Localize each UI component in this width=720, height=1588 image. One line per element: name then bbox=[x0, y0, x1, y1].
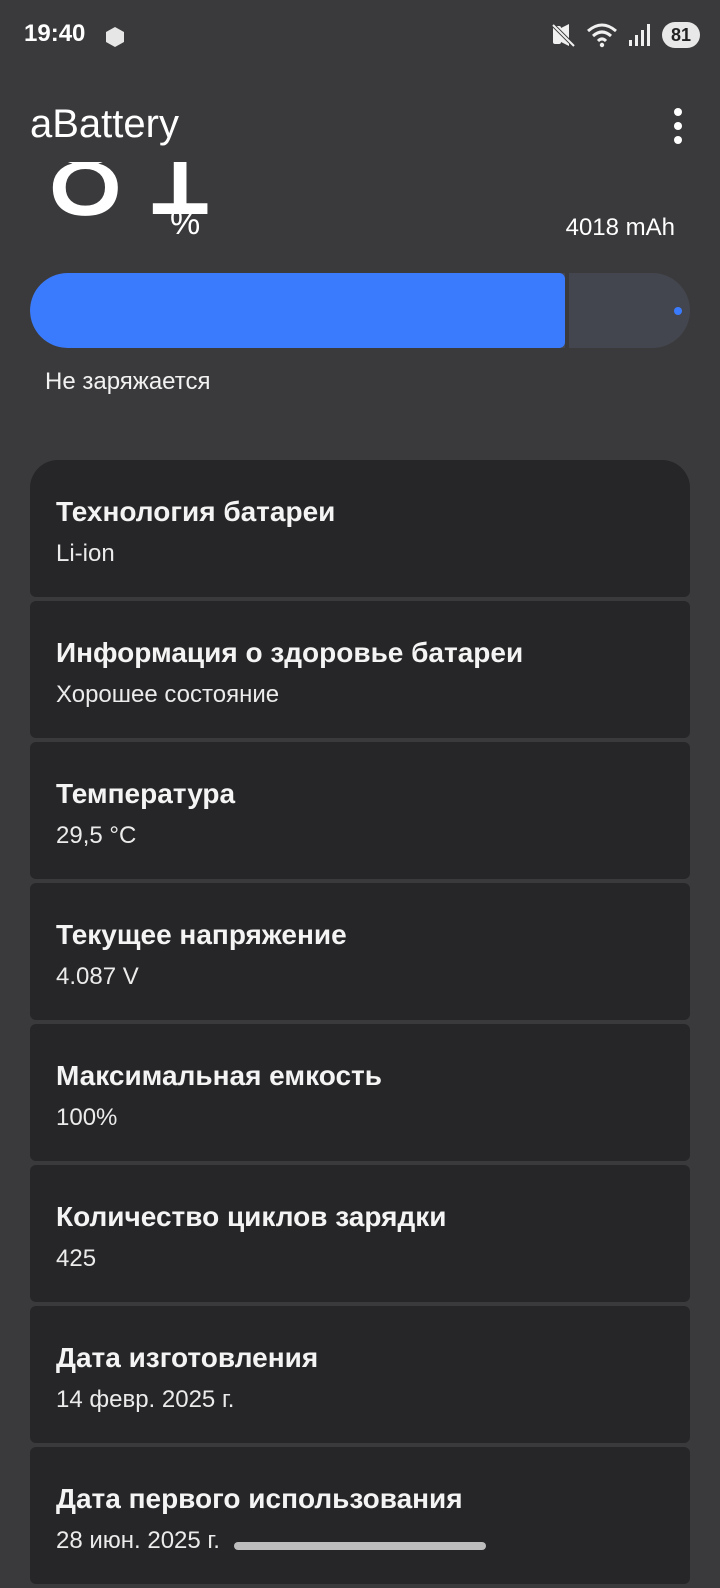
info-card-value: Хорошее состояние bbox=[56, 681, 280, 708]
info-card[interactable]: Дата изготовления 14 февр. 2025 г. bbox=[30, 1306, 690, 1443]
home-indicator[interactable] bbox=[234, 1542, 486, 1550]
status-icons: 81 bbox=[550, 20, 700, 50]
info-card[interactable]: Текущее напряжение 4.087 V bbox=[30, 883, 690, 1020]
info-card-title: Технология батареи bbox=[56, 496, 336, 527]
status-time: 19:40 bbox=[24, 20, 86, 47]
app-bar: aBattery bbox=[0, 92, 720, 162]
info-card-value: 14 февр. 2025 г. bbox=[56, 1386, 235, 1413]
battery-level-gap bbox=[565, 273, 569, 348]
battery-level-fill bbox=[30, 273, 565, 348]
signal-icon bbox=[628, 24, 650, 46]
wifi-icon bbox=[586, 23, 617, 48]
charging-status: Не заряжается bbox=[45, 368, 211, 395]
info-card[interactable]: Технология батареи Li-ion bbox=[30, 460, 690, 597]
info-card-value: 425 bbox=[56, 1245, 97, 1272]
info-card-title: Температура bbox=[56, 778, 236, 809]
info-card[interactable]: Максимальная емкость 100% bbox=[30, 1024, 690, 1161]
hexagon-icon bbox=[106, 27, 124, 47]
battery-percent-area: 81 % 4018 mAh bbox=[0, 162, 720, 257]
app-title: aBattery bbox=[30, 102, 179, 146]
info-card-title: Текущее напряжение bbox=[56, 919, 347, 950]
more-vert-icon[interactable] bbox=[666, 106, 690, 146]
info-card[interactable]: Дата первого использования 28 июн. 2025 г… bbox=[30, 1447, 690, 1584]
info-card-value: 29,5 °C bbox=[56, 822, 137, 849]
battery-info-list: Технология батареи Li-ion Информация о здо… bbox=[30, 460, 690, 1588]
battery-level-bar bbox=[30, 273, 690, 348]
info-card-value: 4.087 V bbox=[56, 963, 139, 990]
info-card-title: Количество циклов зарядки bbox=[56, 1201, 447, 1232]
info-card-value: Li-ion bbox=[56, 540, 115, 567]
percent-sign: % bbox=[170, 204, 201, 242]
info-card-title: Дата первого использования bbox=[56, 1483, 463, 1514]
info-card[interactable]: Количество циклов зарядки 425 bbox=[30, 1165, 690, 1302]
mute-icon bbox=[551, 23, 576, 48]
battery-level-end-dot bbox=[674, 307, 682, 315]
battery-level-badge: 81 bbox=[661, 22, 700, 48]
info-card-value: 28 июн. 2025 г. bbox=[56, 1527, 220, 1554]
battery-percent: 81 bbox=[44, 162, 230, 245]
info-card-title: Максимальная емкость bbox=[56, 1060, 382, 1091]
status-bar: 19:40 81 bbox=[0, 0, 720, 70]
info-card-title: Информация о здоровье батареи bbox=[56, 637, 524, 668]
info-card-value: 100% bbox=[56, 1104, 118, 1131]
info-card-title: Дата изготовления bbox=[56, 1342, 319, 1373]
battery-capacity: 4018 mAh bbox=[565, 214, 675, 241]
info-card[interactable]: Температура 29,5 °C bbox=[30, 742, 690, 879]
info-card[interactable]: Информация о здоровье батареи Хорошее сос… bbox=[30, 601, 690, 738]
